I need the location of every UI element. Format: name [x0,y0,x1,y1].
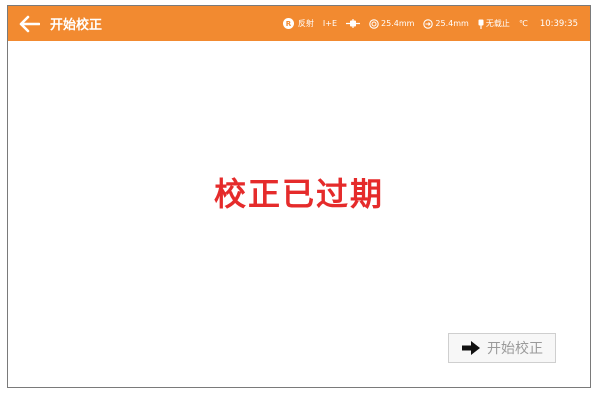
app-window: 开始校正 R 反射 I+E 25.4mm 25.4mm 无载止 ℃ 10:39:… [7,5,591,388]
measure-value: 25.4mm [435,19,469,28]
header-bar: 开始校正 R 反射 I+E 25.4mm 25.4mm 无载止 ℃ 10:39:… [8,6,590,41]
aperture-indicator: 25.4mm [369,18,415,29]
connector-indicator [346,19,361,28]
right-arrow-icon [462,341,480,355]
back-arrow-icon [19,15,40,32]
start-calibration-label: 开始校正 [487,341,543,357]
ie-indicator: I+E [323,19,337,28]
aperture-ring-icon [369,18,379,29]
temperature-unit: ℃ [518,19,528,28]
carrier-icon [478,19,484,29]
aperture-value: 25.4mm [381,19,415,28]
connector-icon [346,19,361,28]
measure-indicator: 25.4mm [423,18,469,29]
calibration-expired-message: 校正已过期 [213,175,384,213]
mode-indicator: R 反射 [282,18,314,29]
temperature-indicator: ℃ [519,19,528,28]
ie-label: I+E [322,19,338,28]
carrier-label: 无载止 [485,19,510,28]
measure-area-icon [423,18,434,29]
start-calibration-button[interactable]: 开始校正 [448,333,556,363]
clock: 10:39:35 [539,18,578,29]
back-button[interactable] [12,6,46,41]
status-bar: R 反射 I+E 25.4mm 25.4mm 无载止 ℃ 10:39:35 [282,6,578,41]
mode-label: 反射 [297,19,314,28]
carrier-indicator: 无载止 [478,18,510,29]
mode-badge: R [282,18,294,29]
page-title: 开始校正 [50,18,103,33]
